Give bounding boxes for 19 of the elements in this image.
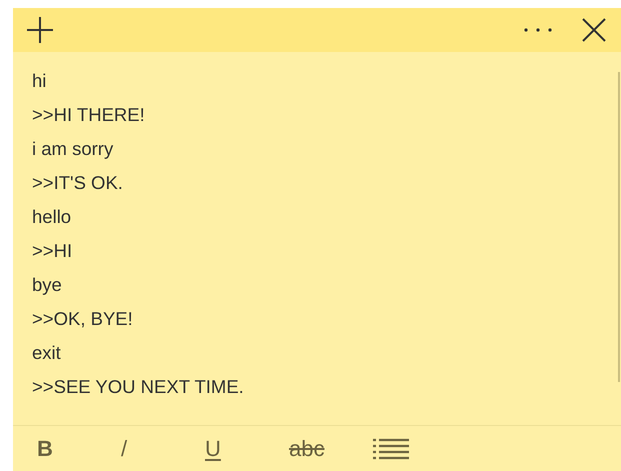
italic-button[interactable]: /	[117, 438, 201, 460]
more-icon	[523, 27, 553, 33]
scrollbar[interactable]	[618, 72, 620, 382]
bold-button[interactable]: B	[33, 438, 117, 460]
note-line: >>SEE YOU NEXT TIME.	[32, 375, 245, 399]
note-line: hi	[32, 69, 48, 93]
list-icon	[373, 438, 409, 460]
note-line: >>IT'S OK.	[32, 171, 124, 195]
note-line: exit	[32, 341, 62, 365]
note-line: >>OK, BYE!	[32, 307, 134, 331]
close-icon	[581, 17, 607, 43]
note-line: >>HI THERE!	[32, 103, 146, 127]
strikethrough-button[interactable]: abc	[285, 438, 369, 460]
underline-button[interactable]: U	[201, 438, 285, 460]
note-line: hello	[32, 205, 72, 229]
note-line: >>HI	[32, 239, 74, 263]
plus-icon	[25, 15, 55, 45]
note-line: i am sorry	[32, 137, 114, 161]
note-line: bye	[32, 273, 63, 297]
